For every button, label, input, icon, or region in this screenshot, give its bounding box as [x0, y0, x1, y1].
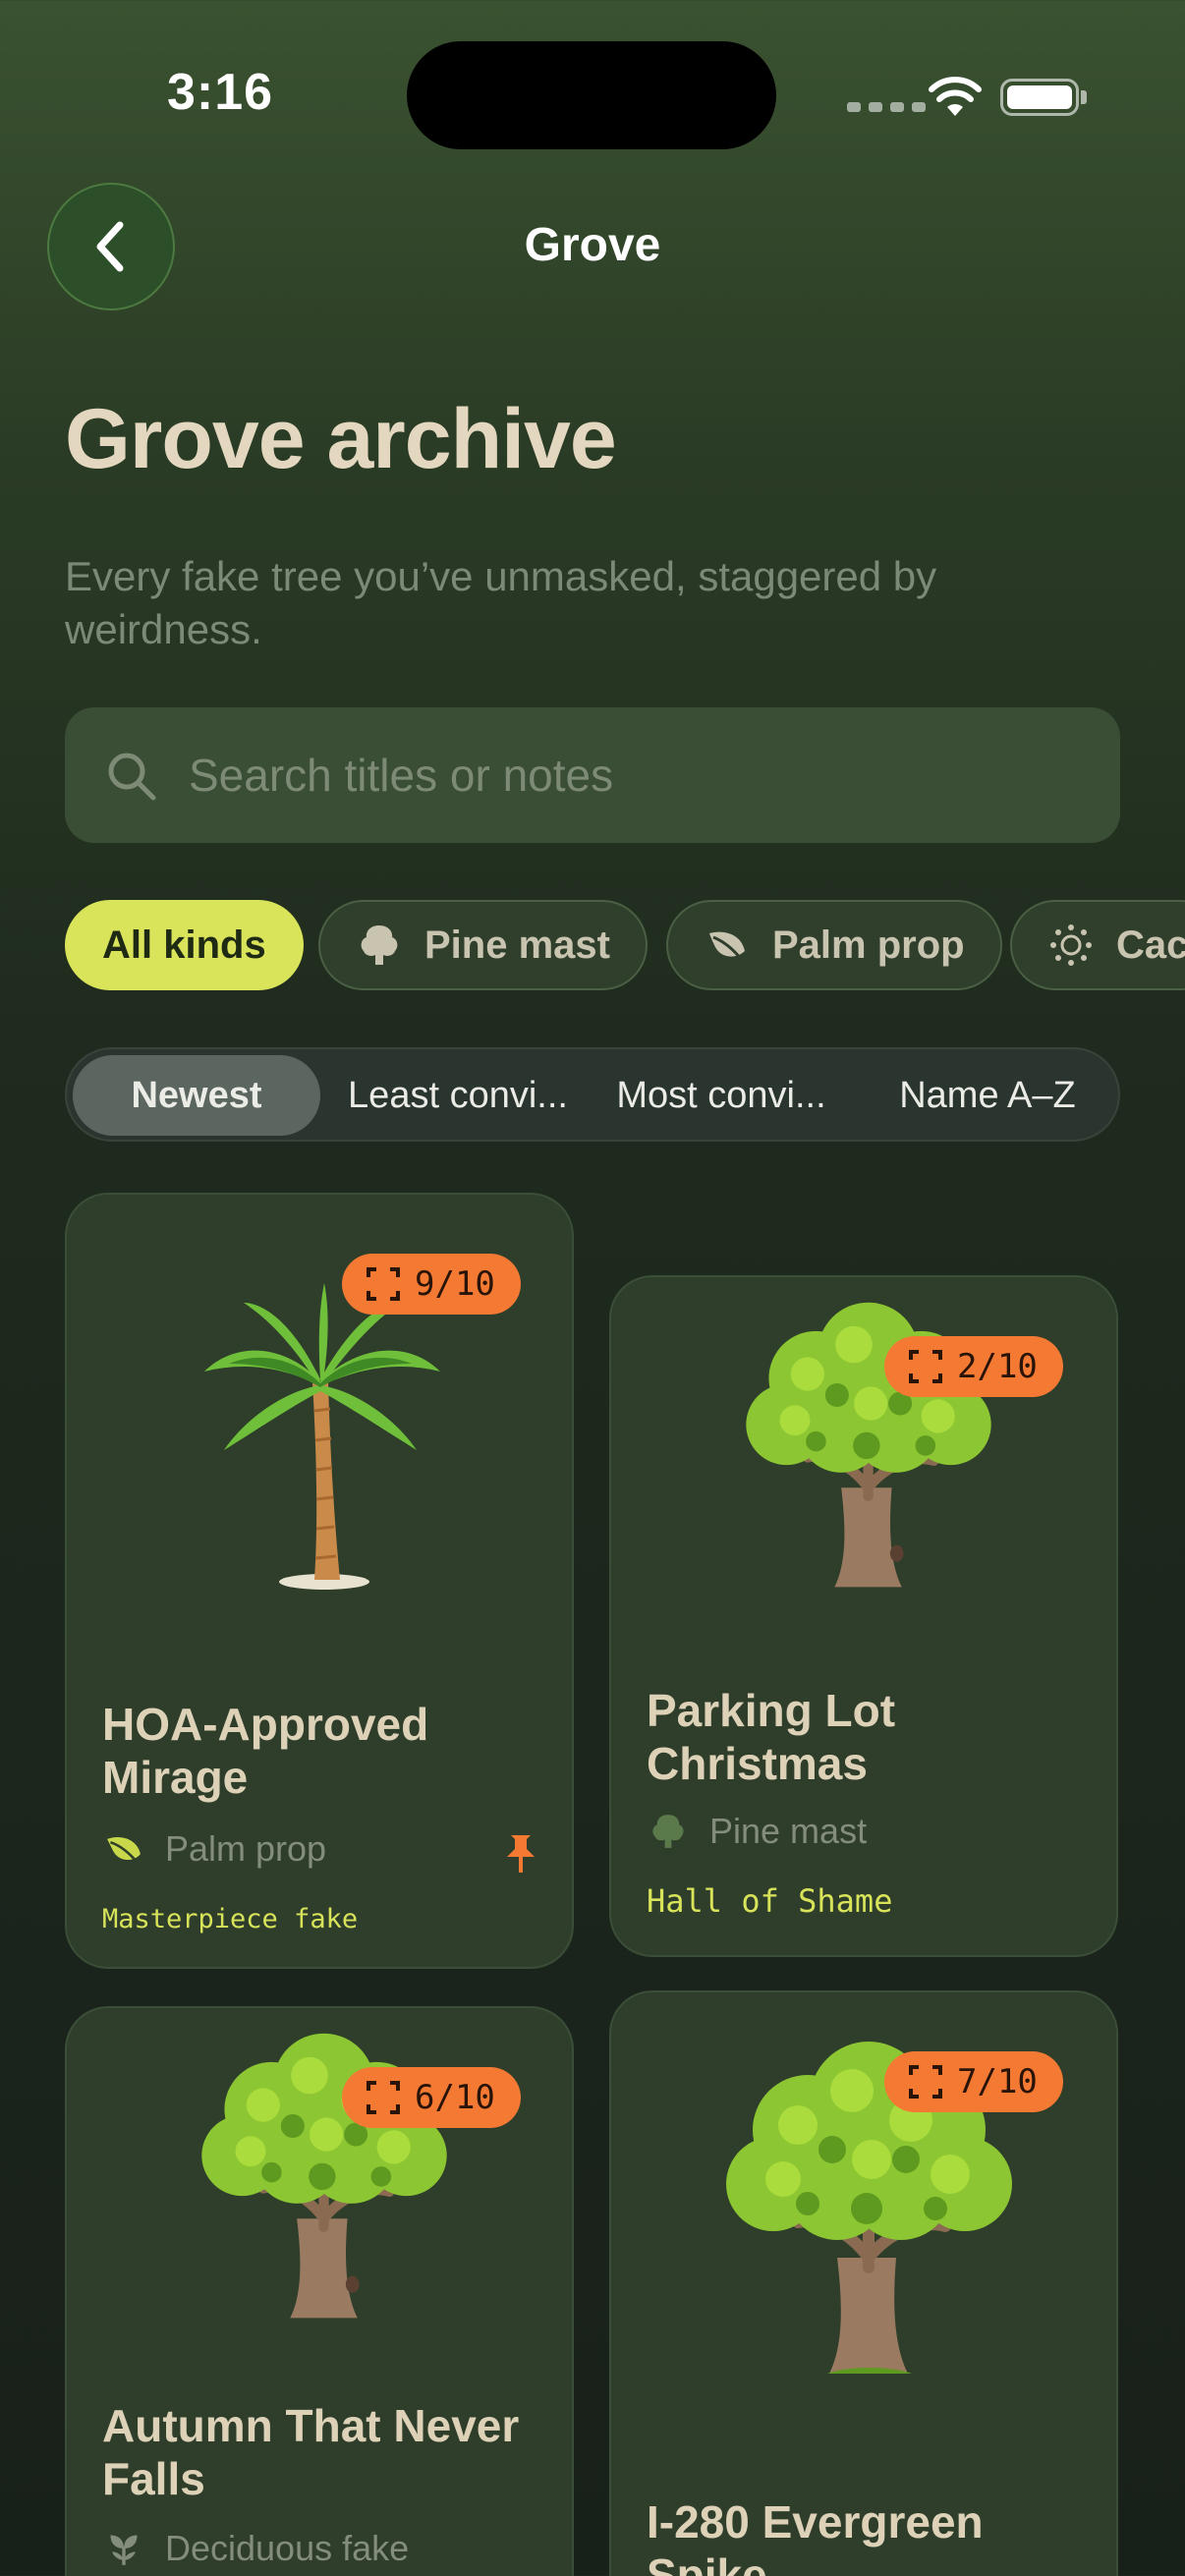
score-text: 6/10 [415, 2078, 495, 2117]
sort-segmented-control: Newest Least convi... Most convi... Name… [65, 1047, 1120, 1142]
kind-label: Deciduous fake [165, 2528, 410, 2568]
sort-least-convincing[interactable]: Least convi... [332, 1055, 584, 1136]
score-text: 7/10 [957, 2062, 1038, 2101]
card-kind: Pine mast [647, 1810, 867, 1853]
tree-icon [361, 925, 398, 965]
card-kind: Deciduous fake [102, 2527, 409, 2570]
score-badge: 2/10 [884, 1336, 1063, 1397]
card-kind: Palm prop [102, 1827, 326, 1871]
kind-label: Palm prop [165, 1828, 327, 1869]
card-tag: Hall of Shame [647, 1882, 893, 1920]
sort-newest[interactable]: Newest [73, 1055, 320, 1136]
chip-label: Cac [1116, 923, 1185, 967]
page-title: Grove archive [65, 392, 617, 486]
kind-label: Pine mast [709, 1811, 868, 1851]
viewfinder-icon [367, 1267, 400, 1301]
page-subtitle: Every fake tree you’ve unmasked, stagger… [65, 553, 937, 652]
tree-card[interactable]: 9/10 HOA-Approved Mirage Palm prop Maste… [65, 1193, 574, 1969]
leaf-icon [709, 931, 745, 960]
leaf-icon [107, 1836, 141, 1864]
filter-chip-palm-prop[interactable]: Palm prop [666, 900, 1002, 990]
filter-chip-all-kinds[interactable]: All kinds [65, 900, 304, 990]
search-icon [108, 753, 156, 801]
pine-tree-image [201, 2033, 447, 2319]
card-title: Autumn That Never Falls [102, 2400, 520, 2504]
filter-chips: All kinds Pine mast Palm prop Cac [65, 896, 1185, 994]
cellular-signal-icon [847, 102, 926, 112]
search-bar[interactable] [65, 707, 1120, 843]
sprout-icon [110, 2535, 138, 2565]
viewfinder-icon [367, 2081, 400, 2114]
chip-label: Pine mast [424, 923, 610, 967]
card-tag: Masterpiece fake [102, 1904, 359, 1934]
card-title: HOA-Approved Mirage [102, 1699, 429, 1803]
filter-chip-cactus[interactable]: Cac [1010, 900, 1185, 990]
status-bar: 3:16 [0, 0, 1185, 187]
chip-label: Palm prop [772, 923, 965, 967]
chip-label: All kinds [102, 923, 266, 967]
status-time: 3:16 [167, 64, 274, 121]
pin-icon[interactable] [501, 1831, 540, 1875]
dynamic-island [407, 41, 776, 149]
sort-most-convincing[interactable]: Most convi... [595, 1055, 847, 1136]
nav-title: Grove [524, 219, 661, 271]
score-badge: 9/10 [342, 1254, 521, 1315]
card-title: Parking Lot Christmas [647, 1685, 896, 1789]
card-title: I-280 Evergreen Spike [647, 2496, 984, 2576]
battery-icon [1000, 79, 1079, 116]
score-text: 9/10 [415, 1264, 495, 1304]
tree-card[interactable]: 7/10 I-280 Evergreen Spike [609, 1990, 1118, 2576]
score-badge: 7/10 [884, 2051, 1063, 2112]
filter-chip-pine-mast[interactable]: Pine mast [318, 900, 648, 990]
viewfinder-icon [909, 1350, 942, 1383]
sort-name-az[interactable]: Name A–Z [859, 1055, 1116, 1136]
tree-card[interactable]: 6/10 Autumn That Never Falls Deciduous f… [65, 2006, 574, 2576]
viewfinder-icon [909, 2065, 942, 2099]
wifi-icon [929, 77, 982, 116]
tree-card[interactable]: 2/10 Parking Lot Christmas Pine mast Hal… [609, 1275, 1118, 1957]
tree-icon [652, 1815, 684, 1848]
pine-tree-image [746, 1302, 991, 1588]
cactus-sparkle-icon [1050, 924, 1092, 966]
score-badge: 6/10 [342, 2067, 521, 2128]
score-text: 2/10 [957, 1347, 1038, 1386]
search-input[interactable] [189, 707, 1093, 843]
